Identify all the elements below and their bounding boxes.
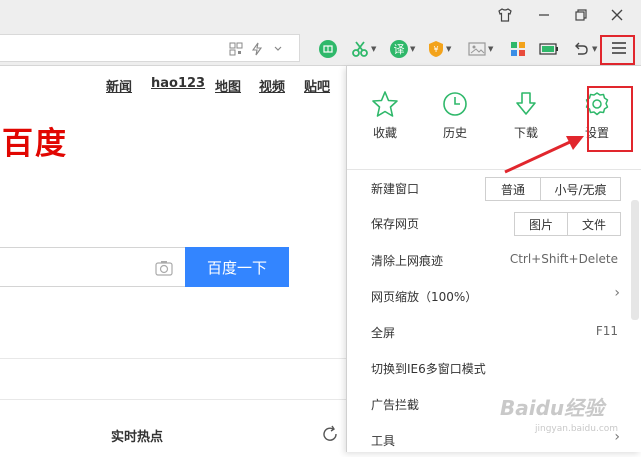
watermark-url: jingyan.baidu.com (535, 424, 619, 434)
baidu-jingyan-watermark: Baidu经验 (500, 396, 605, 420)
annotation-arrow (504, 136, 584, 174)
